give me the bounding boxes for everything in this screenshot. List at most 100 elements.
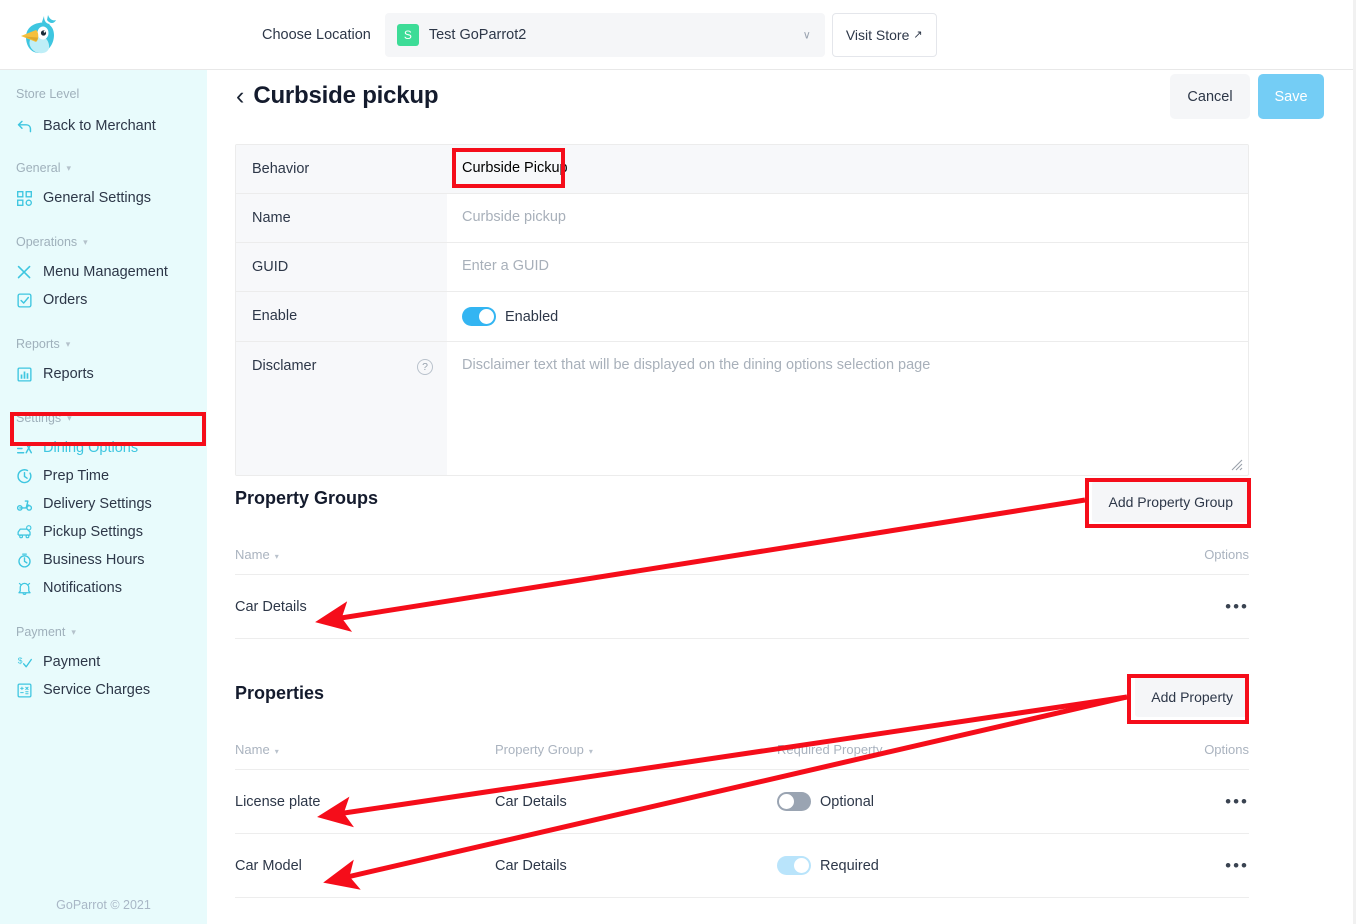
bell-icon xyxy=(18,582,31,595)
disclaimer-label-text: Disclamer xyxy=(252,358,317,374)
top-bar: Choose Location S Test GoParrot2 ∨ Visit… xyxy=(0,0,1356,70)
form-label-guid: GUID xyxy=(236,243,447,291)
sidebar-group-reports[interactable]: Reports ▾ xyxy=(0,334,207,354)
main-content: ‹ Curbside pickup Cancel Save Behavior C… xyxy=(207,70,1356,924)
column-header-name[interactable]: Name ▾ xyxy=(235,547,495,562)
page-header-actions: Cancel Save xyxy=(1170,74,1324,119)
sort-caret-icon: ▾ xyxy=(274,552,279,561)
textarea-resize-handle[interactable] xyxy=(1231,459,1243,471)
column-header-options: Options xyxy=(1204,742,1249,757)
properties-title: Properties xyxy=(235,683,325,703)
sidebar-item-label: Payment xyxy=(43,654,101,670)
sidebar-item-general-settings[interactable]: General Settings xyxy=(0,184,207,212)
chevron-down-icon[interactable]: ∨ xyxy=(803,28,811,41)
sidebar-item-prep-time[interactable]: Prep Time xyxy=(0,462,207,490)
form-row-enable: Enable Enabled xyxy=(236,292,1248,342)
toggle-knob xyxy=(779,794,794,809)
row-options-menu-icon[interactable]: ••• xyxy=(1225,856,1249,875)
properties-section: Properties Add Property Name ▾ Property G… xyxy=(235,676,1249,898)
location-select[interactable]: S Test GoParrot2 ∨ xyxy=(384,12,825,57)
chevron-down-icon: ▾ xyxy=(66,162,72,173)
chevron-down-icon: ▾ xyxy=(67,412,72,423)
sidebar-item-label: Prep Time xyxy=(43,468,110,484)
sidebar-item-service-charges[interactable]: Service Charges xyxy=(0,676,207,704)
chevron-down-icon: ▾ xyxy=(65,338,71,349)
column-header-property-group[interactable]: Property Group ▾ xyxy=(495,742,777,757)
sidebar-item-label: Back to Merchant xyxy=(43,118,156,134)
required-toggle-label: Optional xyxy=(820,793,875,810)
name-input[interactable]: Curbside pickup xyxy=(462,209,566,225)
table-header-row: Name ▾ Options xyxy=(235,547,1249,575)
sidebar-group-general[interactable]: General ▾ xyxy=(0,158,207,178)
disclaimer-textarea[interactable]: Disclaimer text that will be displayed o… xyxy=(462,357,930,373)
sidebar-item-back-to-merchant[interactable]: Back to Merchant xyxy=(0,112,207,140)
add-property-group-button[interactable]: Add Property Group xyxy=(1092,481,1249,522)
table-row[interactable]: Car Model Car Details Required ••• xyxy=(235,834,1249,898)
sidebar-item-label: Menu Management xyxy=(43,264,168,280)
sidebar-item-dining-options[interactable]: Dining Options xyxy=(0,434,207,462)
sidebar-group-label: Payment xyxy=(16,625,66,639)
behavior-value: Curbside Pickup xyxy=(462,160,568,176)
sidebar-item-pickup-settings[interactable]: Pickup Settings xyxy=(0,518,207,546)
sidebar-group-settings[interactable]: Settings ▾ xyxy=(0,408,207,428)
sort-caret-icon: ▾ xyxy=(588,747,593,756)
column-header-required-property[interactable]: Required Property ▾ xyxy=(777,742,1154,757)
sidebar-group-label: Store Level xyxy=(16,87,80,101)
enable-toggle[interactable] xyxy=(462,307,496,326)
sort-caret-icon: ▾ xyxy=(274,747,279,756)
cancel-button[interactable]: Cancel xyxy=(1170,74,1250,119)
sidebar-item-payment[interactable]: $ Payment xyxy=(0,648,207,676)
form-value-name: Curbside pickup xyxy=(447,194,1248,242)
sidebar-item-business-hours[interactable]: Business Hours xyxy=(0,546,207,574)
sidebar-item-notifications[interactable]: Notifications xyxy=(0,574,207,602)
required-property-toggle[interactable] xyxy=(777,856,811,875)
required-toggle-wrap: Optional xyxy=(777,792,1154,811)
form-label-behavior: Behavior xyxy=(236,145,447,193)
bar-chart-icon xyxy=(17,366,32,382)
sidebar-group-payment[interactable]: Payment ▾ xyxy=(0,622,207,642)
grid-squares-icon xyxy=(17,190,32,206)
visit-store-button[interactable]: Visit Store ↗ xyxy=(831,12,937,57)
save-button[interactable]: Save xyxy=(1258,74,1324,119)
sidebar-item-reports[interactable]: Reports xyxy=(0,360,207,388)
column-header-label: Property Group xyxy=(495,742,584,757)
form-row-behavior: Behavior Curbside Pickup xyxy=(236,145,1248,194)
form-row-name: Name Curbside pickup xyxy=(236,194,1248,243)
sidebar-item-label: Business Hours xyxy=(43,552,145,568)
sidebar-item-delivery-settings[interactable]: Delivery Settings xyxy=(0,490,207,518)
sidebar-item-label: Dining Options xyxy=(43,440,139,456)
add-property-button[interactable]: Add Property xyxy=(1135,676,1249,717)
brand-logo-area[interactable] xyxy=(0,9,207,61)
property-group-value: Car Details xyxy=(495,793,567,810)
sidebar-group-store-level: Store Level xyxy=(0,84,207,104)
sidebar-item-orders[interactable]: Orders xyxy=(0,286,207,314)
visit-store-label: Visit Store xyxy=(845,26,910,43)
sidebar-group-label: General xyxy=(16,161,61,175)
form-value-behavior: Curbside Pickup xyxy=(447,145,1248,193)
column-header-label: Required Property xyxy=(777,742,883,757)
app-root: Choose Location S Test GoParrot2 ∨ Visit… xyxy=(0,0,1356,924)
sidebar-item-label: Service Charges xyxy=(43,682,151,698)
clock-icon xyxy=(17,468,32,483)
sidebar-item-menu-management[interactable]: Menu Management xyxy=(0,258,207,286)
sidebar-footer-copyright: GoParrot © 2021 xyxy=(56,898,151,912)
column-header-label: Name xyxy=(235,742,270,757)
help-question-icon[interactable]: ? xyxy=(417,359,433,375)
column-header-name[interactable]: Name ▾ xyxy=(235,742,495,757)
back-chevron-icon[interactable]: ‹ xyxy=(236,83,244,109)
form-value-guid: Enter a GUID xyxy=(447,243,1248,291)
form-row-disclaimer: Disclamer ? Disclaimer text that will be… xyxy=(236,342,1248,475)
parrot-logo-icon xyxy=(21,14,56,53)
required-property-toggle[interactable] xyxy=(777,792,811,811)
enable-toggle-label: Enabled xyxy=(505,308,559,325)
sidebar-group-operations[interactable]: Operations ▾ xyxy=(0,232,207,252)
guid-input[interactable]: Enter a GUID xyxy=(462,258,549,274)
form-value-enable: Enabled xyxy=(447,292,1248,341)
row-options-menu-icon[interactable]: ••• xyxy=(1225,597,1249,616)
form-label-disclaimer: Disclamer ? xyxy=(236,342,447,475)
row-options-menu-icon[interactable]: ••• xyxy=(1225,792,1249,811)
dining-options-icon xyxy=(16,442,33,453)
page-title: Curbside pickup xyxy=(253,82,439,109)
table-row[interactable]: Car Details ••• xyxy=(235,575,1249,639)
table-row[interactable]: License plate Car Details Optional ••• xyxy=(235,770,1249,834)
